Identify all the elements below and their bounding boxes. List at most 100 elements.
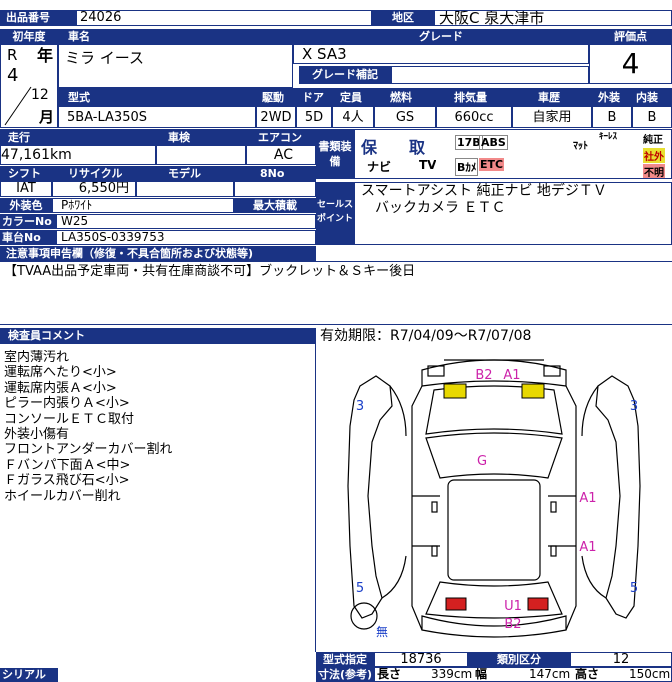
color-code-label: カラーNo — [0, 214, 56, 229]
sales-label: セールスポイント — [316, 182, 354, 245]
mark-u1-rear: U1 — [504, 599, 522, 614]
equip-ho: 保 — [361, 138, 378, 157]
length-value: 339cm — [431, 667, 473, 681]
capacity-label: 定員 — [340, 91, 362, 104]
mark-none-spare: 無 — [376, 624, 388, 639]
notes-text: 【TVAA出品予定車両・共有在庫商談不可】ブックレット＆Ｓキー後日 — [4, 264, 416, 279]
year-unit: 年 — [37, 47, 54, 64]
color-code-value: W25 — [56, 214, 316, 229]
type-designation-label: 型式指定 — [316, 652, 374, 667]
mark-a1-right-front: A1 — [579, 491, 596, 506]
comment-item: ホイールカバー削れ — [4, 488, 121, 504]
inspection-label: 車検 — [168, 131, 190, 144]
grade-value: X SA3 — [293, 44, 589, 64]
exterior-value: B — [592, 106, 632, 128]
shift-label-bar: シフト リサイクル モデル 8No — [0, 166, 316, 181]
shift-value: IAT — [0, 181, 52, 197]
mark-a1-right-rear: A1 — [579, 540, 596, 555]
car-name-label: 車名 — [58, 29, 293, 44]
shift-label: シフト — [8, 167, 41, 180]
grade-supp-label: グレード補記 — [299, 66, 391, 84]
inspector-label: 検査員コメント — [0, 328, 316, 344]
width-label: 幅 — [475, 667, 488, 681]
door-value: 5D — [296, 106, 332, 128]
grade-supp-value — [391, 66, 589, 84]
comment-item: Ｆバンパ下面Ａ<中> — [4, 457, 131, 473]
serial-label: シリアルNo — [0, 668, 58, 682]
comment-item: Ｆガラス飛び石<小> — [4, 473, 130, 489]
mark-g-windshield: G — [477, 454, 487, 469]
mark-5-left: 5 — [356, 581, 364, 596]
size-label: 寸法(参考) — [316, 667, 374, 682]
validity-period: 有効期限：R7/04/09～R7/07/08 — [320, 328, 532, 344]
comment-list: 室内薄汚れ 運転席へたり<小> 運転席内張Ａ<小> ピラー内張りＡ<小> コンソ… — [4, 350, 172, 504]
year: 4 — [7, 67, 19, 84]
mileage-label-bar: 走行 車検 エアコン — [0, 129, 316, 145]
history-value: 自家用 — [512, 106, 592, 128]
history-label: 車歴 — [538, 91, 560, 104]
lot-number: 24026 — [76, 10, 372, 26]
eight-no-value — [234, 181, 316, 197]
ac-label: エアコン — [258, 131, 302, 144]
comment-item: 室内薄汚れ — [4, 350, 70, 365]
model-value: 5BA-LA350S — [58, 106, 256, 128]
sales-line-2: バックカメラ ＥＴＣ — [375, 200, 506, 216]
equip-genuine: 純正 — [643, 135, 663, 146]
size-box: 長さ 339cm 幅 147cm 高さ 150cm — [374, 667, 672, 682]
height-value: 150cm — [629, 667, 671, 681]
capacity-value: 4人 — [332, 106, 374, 128]
equip-mat: ﾏｯﾄ — [573, 141, 588, 152]
drive-label: 駆動 — [262, 91, 284, 104]
sales-line-1: スマートアシスト 純正ナビ 地デジＴＶ — [361, 183, 607, 199]
model-label: 型式 — [68, 91, 90, 104]
equip-abs: ABS — [479, 135, 508, 150]
chassis-value: LA350S-0339753 — [56, 230, 316, 245]
color-label: 外装色 — [0, 198, 52, 213]
inspector-comments: 室内薄汚れ 運転席へたり<小> 運転席内張Ａ<小> ピラー内張りＡ<小> コンソ… — [0, 344, 316, 652]
class-label: 類別区分 — [468, 652, 570, 667]
equip-tv: TV — [419, 158, 437, 172]
spec-label-bar: 型式 駆動 ドア 定員 燃料 排気量 車歴 外装 内装 — [58, 88, 672, 106]
drive-value: 2WD — [256, 106, 296, 128]
height-label: 高さ — [575, 667, 600, 681]
displacement-value: 660cc — [436, 106, 512, 128]
comment-item: ピラー内張りＡ<小> — [4, 396, 130, 412]
score-label: 評価点 — [589, 29, 672, 44]
sales-box: スマートアシスト 純正ナビ 地デジＴＶ バックカメラ ＥＴＣ — [354, 182, 672, 245]
mark-3-right: 3 — [630, 399, 638, 414]
equip-etc: ETC — [479, 158, 505, 171]
equip-shagai: 社外 — [643, 148, 665, 163]
mark-b2-front: B2 — [475, 368, 492, 383]
notes-box: 【TVAA出品予定車両・共有在庫商談不可】ブックレット＆Ｓキー後日 — [0, 261, 672, 325]
area-value: 大阪C 泉大津市 — [434, 10, 672, 26]
width-value: 147cm — [529, 667, 571, 681]
length-label: 長さ — [377, 667, 402, 681]
class-value: 12 — [570, 652, 672, 667]
car-name: ミラ イース — [58, 44, 293, 88]
model2-label: モデル — [168, 167, 201, 180]
comment-item: 運転席へたり<小> — [4, 365, 117, 381]
interior-value: B — [632, 106, 672, 128]
docs-label: 書類装備 — [316, 129, 354, 179]
equip-tori: 取 — [409, 138, 426, 157]
comment-item: 運転席内張Ａ<小> — [4, 380, 117, 396]
comment-item: 外装小傷有 — [4, 427, 70, 443]
equip-fumei: 不明 — [643, 164, 665, 178]
max-load-label: 最大積載 — [234, 198, 316, 213]
fuel-value: GS — [374, 106, 436, 128]
damage-diagram: B2 A1 3 3 G A1 A1 5 5 U1 B2 無 — [347, 359, 641, 639]
grade-label: グレード — [293, 29, 589, 44]
equip-bkamera: Bｶﾒ — [455, 158, 479, 176]
month-unit: 月 — [39, 109, 55, 126]
era: R — [7, 47, 18, 64]
comment-item: コンソールＥＴＣ取付 — [4, 411, 135, 427]
fuel-label: 燃料 — [390, 91, 412, 104]
mark-5-right: 5 — [630, 581, 638, 596]
notes-label: 注意事項申告欄（修復・不具合箇所および状態等) — [0, 246, 316, 261]
recycle-value: 6,550円 — [52, 181, 136, 197]
month: 12 — [31, 87, 49, 103]
chassis-label: 車台No — [0, 230, 56, 245]
interior-label: 内装 — [636, 91, 658, 104]
mileage-label: 走行 — [8, 131, 30, 144]
first-year-label: 初年度 — [0, 29, 58, 44]
